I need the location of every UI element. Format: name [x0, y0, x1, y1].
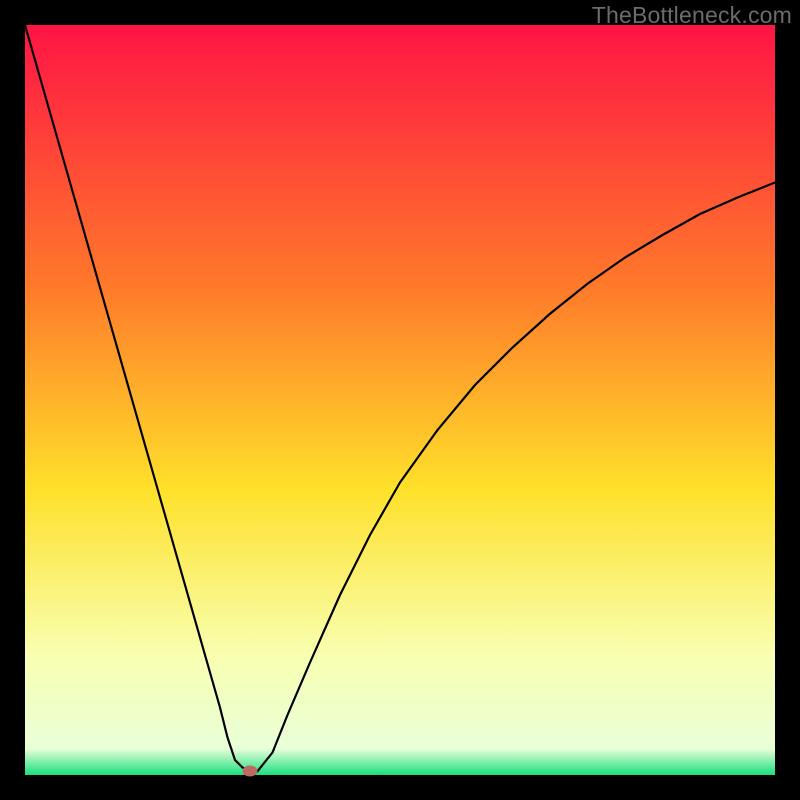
optimum-marker — [243, 766, 258, 777]
gradient-background — [25, 25, 775, 775]
chart-frame: TheBottleneck.com — [0, 0, 800, 800]
bottleneck-plot — [25, 25, 775, 775]
watermark-text: TheBottleneck.com — [592, 2, 792, 29]
